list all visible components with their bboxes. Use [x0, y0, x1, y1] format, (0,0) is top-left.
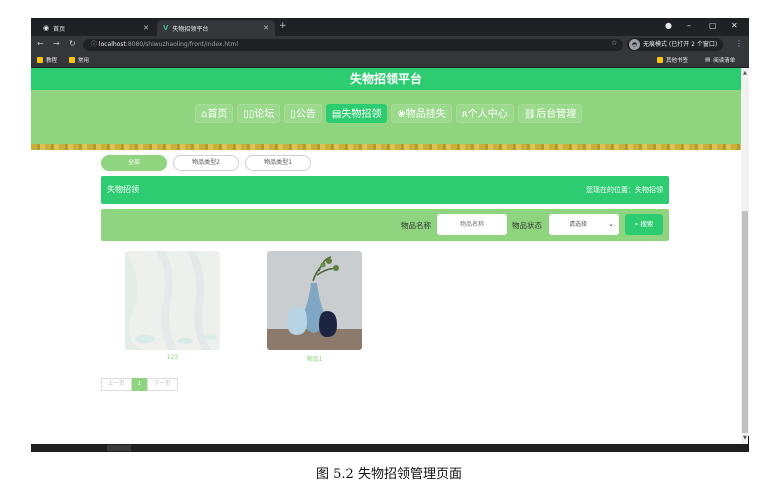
scroll-down-icon[interactable]: ▼	[743, 435, 747, 441]
nav-item-profile[interactable]: ጸ个人中心	[455, 104, 514, 123]
vue-logo-icon: V	[163, 24, 169, 32]
pagination: 上一页 1 下一页	[101, 378, 178, 391]
bookmarks-bar: 教程 常用 其他书签 ▤ 阅读清单	[31, 54, 749, 68]
item-card[interactable]: 物品1	[267, 251, 362, 363]
section-title: 失物招领	[107, 185, 139, 194]
back-arrow-icon[interactable]: ←	[37, 39, 44, 48]
browser-tab-label: 失物招领平台	[172, 25, 209, 33]
reading-list-icon: ▤	[705, 57, 711, 63]
close-icon[interactable]: ✕	[143, 24, 149, 32]
folder-icon	[657, 57, 663, 63]
maximize-icon[interactable]: ▢	[709, 21, 717, 30]
bookmark-folder[interactable]: 教程	[37, 56, 57, 64]
reload-icon[interactable]: ↻	[69, 39, 76, 48]
page-scrollbar[interactable]: ▲ ▼	[741, 68, 749, 444]
url-path: :8080/shiwuzhaoling/front/index.html	[125, 41, 239, 48]
decorative-banner-strip	[31, 144, 741, 150]
menu-dots-icon[interactable]: ⋮	[735, 39, 743, 48]
forward-arrow-icon[interactable]: →	[53, 39, 60, 48]
folder-icon	[37, 57, 43, 63]
incognito-profile-button[interactable]: ◓ 无痕模式 (已打开 2 个窗口)	[627, 38, 724, 51]
item-card[interactable]: 123	[125, 251, 220, 361]
chevron-down-icon: ⌄	[608, 220, 614, 228]
search-bar: 物品名称 物品状态 请选择 ⌄ ⌕ 搜索	[101, 209, 669, 241]
nav-item-forum[interactable]: ▯▯论坛	[237, 104, 281, 123]
page-viewport: 失物招领平台 ⌂首页 ▯▯论坛 ▯公告 ▤失物招领 ❀物品挂失 ጸ个人中心 ⛓后…	[31, 68, 741, 444]
browser-tab-active[interactable]: V 失物招领平台 ✕	[157, 20, 275, 36]
category-filter: 全部 物品类型2 物品类型1	[101, 155, 311, 171]
main-nav-band: ⌂首页 ▯▯论坛 ▯公告 ▤失物招领 ❀物品挂失 ጸ个人中心 ⛓后台管理	[31, 90, 741, 144]
nav-item-report-lost[interactable]: ❀物品挂失	[391, 104, 452, 123]
page-number-button[interactable]: 1	[131, 378, 148, 391]
browser-tab-label: 首页	[53, 25, 66, 33]
bookmark-star-icon[interactable]: ☆	[611, 39, 617, 47]
bookmark-folder[interactable]: 常用	[69, 56, 89, 64]
nav-item-admin[interactable]: ⛓后台管理	[517, 104, 583, 123]
globe-icon: ◉	[43, 24, 50, 32]
folder-icon	[69, 57, 75, 63]
category-all-button[interactable]: 全部	[101, 155, 167, 171]
item-status-label: 物品状态	[512, 221, 542, 230]
taskbar	[31, 444, 749, 452]
new-tab-button[interactable]: +	[279, 21, 287, 31]
incognito-icon: ◓	[629, 39, 640, 50]
info-icon: ⓘ	[91, 41, 99, 48]
nav-item-announcement[interactable]: ▯公告	[284, 104, 322, 123]
address-bar[interactable]: ⓘ localhost:8080/shiwuzhaoling/front/ind…	[83, 39, 623, 51]
scroll-up-icon[interactable]: ▲	[743, 70, 747, 76]
category-type2-button[interactable]: 物品类型2	[173, 155, 239, 171]
site-title: 失物招领平台	[31, 68, 741, 90]
nav-item-lost-found[interactable]: ▤失物招领	[325, 104, 388, 123]
figure-caption: 图 5.2 失物招领管理页面	[316, 467, 462, 482]
text-cursor	[748, 436, 749, 450]
nav-item-home[interactable]: ⌂首页	[195, 104, 234, 123]
item-image[interactable]	[125, 251, 220, 350]
item-caption[interactable]: 123	[125, 354, 220, 361]
browser-toolbar: ← → ↻ ⓘ localhost:8080/shiwuzhaoling/fro…	[31, 36, 749, 54]
item-name-label: 物品名称	[401, 221, 431, 230]
other-bookmarks[interactable]: 其他书签	[657, 56, 688, 64]
browser-tab-home[interactable]: ◉ 首页 ✕	[37, 20, 155, 36]
url-host: localhost	[98, 41, 126, 48]
close-icon[interactable]: ✕	[263, 24, 269, 32]
category-type1-button[interactable]: 物品类型1	[245, 155, 311, 171]
main-nav: ⌂首页 ▯▯论坛 ▯公告 ▤失物招领 ❀物品挂失 ጸ个人中心 ⛓后台管理	[195, 104, 583, 123]
next-page-button[interactable]: 下一页	[147, 378, 178, 391]
status-selected-value: 请选择	[569, 221, 588, 228]
profile-label: 无痕模式 (已打开 2 个窗口)	[643, 41, 718, 48]
item-caption[interactable]: 物品1	[267, 354, 362, 363]
reading-list[interactable]: ▤ 阅读清单	[705, 56, 735, 64]
item-name-input[interactable]	[437, 214, 507, 235]
breadcrumb: 您现在的位置：失物招领	[586, 186, 663, 194]
window-close-icon[interactable]: ✕	[731, 21, 738, 30]
taskbar-item[interactable]	[107, 445, 131, 451]
prev-page-button[interactable]: 上一页	[101, 378, 132, 391]
browser-screenshot: ◉ 首页 ✕ V 失物招领平台 ✕ + ● – ▢ ✕ ← → ↻ ⓘ loca…	[31, 18, 749, 452]
browser-tab-bar: ◉ 首页 ✕ V 失物招领平台 ✕ + ● – ▢ ✕	[31, 18, 749, 36]
search-button[interactable]: ⌕ 搜索	[625, 214, 663, 235]
minimize-icon[interactable]: –	[687, 21, 691, 30]
item-status-select[interactable]: 请选择 ⌄	[549, 214, 619, 235]
scrollbar-thumb[interactable]	[742, 211, 748, 433]
location-bar: 失物招领 您现在的位置：失物招领	[101, 176, 669, 204]
tab-search-icon[interactable]: ●	[665, 21, 672, 30]
item-image[interactable]	[267, 251, 362, 350]
